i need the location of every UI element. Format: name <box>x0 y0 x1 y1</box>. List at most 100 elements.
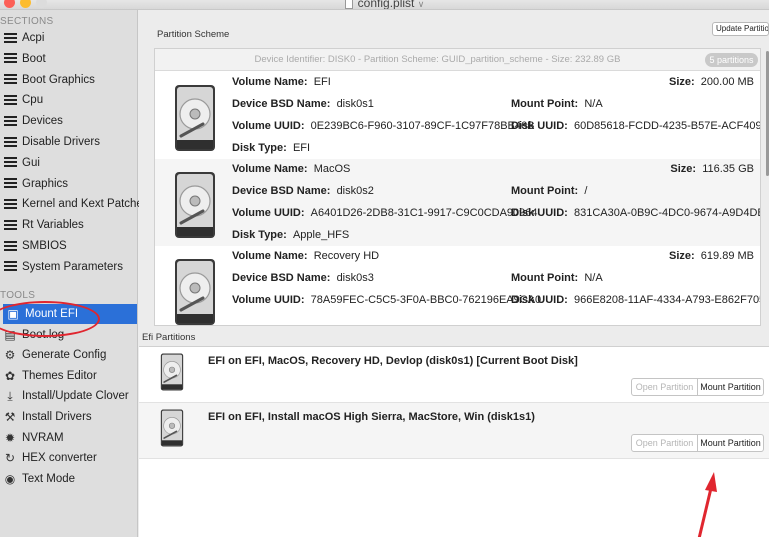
disk-uuid: Disk UUID: 966E8208-11AF-4334-A793-E862F… <box>511 294 760 306</box>
tool-item-label: HEX converter <box>22 452 97 465</box>
tool-glyph: ⚙ <box>4 348 16 363</box>
sidebar-item-graphics[interactable]: Graphics <box>0 174 137 194</box>
tool-item-mount-efi[interactable]: ▣ Mount EFI <box>3 304 137 324</box>
sidebar-item-system-parameters[interactable]: System Parameters <box>0 257 137 277</box>
mount-efi-icon: ▣ <box>6 307 20 321</box>
volume-uuid: Volume UUID: 78A59FEC-C5C5-3F0A-BBC0-762… <box>232 294 541 306</box>
volume-uuid: Volume UUID: 0E239BC6-F960-3107-89CF-1C9… <box>232 120 534 132</box>
mount-point: Mount Point: N/A <box>511 98 603 110</box>
tool-item-nvram[interactable]: ✹ NVRAM <box>0 428 137 448</box>
tool-item-hex-converter[interactable]: ↻ HEX converter <box>0 448 137 468</box>
sidebar-item-boot[interactable]: Boot <box>0 49 137 69</box>
sidebar-item-kernel-and-kext-patches[interactable]: Kernel and Kext Patches <box>0 194 149 214</box>
size: Size: 116.35 GB <box>670 163 754 175</box>
tool-item-label: NVRAM <box>22 431 64 444</box>
disk-type-label: Disk Type: <box>232 142 287 154</box>
eye-icon: ◉ <box>3 472 17 486</box>
partition-scheme-list: Device Identifier: DISK0 - Partition Sch… <box>154 48 761 326</box>
size-label: Size: <box>668 76 695 88</box>
disk-uuid: Disk UUID: 831CA30A-0B9C-4DC0-9674-A9D4D… <box>511 207 760 219</box>
mount-point-value: / <box>584 185 588 197</box>
list-icon <box>3 239 17 253</box>
disk-type: Disk Type: EFI <box>232 142 310 154</box>
mount-partition-button[interactable]: Mount Partition <box>698 379 763 395</box>
size-label: Size: <box>670 163 697 175</box>
volume-uuid-label: Volume UUID: <box>232 120 305 132</box>
mount-point-value: N/A <box>584 272 603 284</box>
sidebar-item-devices[interactable]: Devices <box>0 111 137 131</box>
partition-row[interactable]: Volume Name: EFI Device BSD Name: disk0s1… <box>155 72 760 159</box>
mount-partition-button[interactable]: Mount Partition <box>698 435 763 451</box>
volume-name: Volume Name: MacOS <box>232 163 350 175</box>
size-value: 116.35 GB <box>702 163 754 175</box>
partition-row[interactable]: Volume Name: MacOS Device BSD Name: disk0… <box>155 159 760 246</box>
sidebar-item-label: Kernel and Kext Patches <box>22 198 149 211</box>
window-title[interactable]: config.plist ∨ <box>0 0 769 9</box>
volume-name-value: EFI <box>313 76 331 88</box>
hard-drive-icon <box>159 409 185 447</box>
list-icon <box>3 114 17 128</box>
sidebar-item-disable-drivers[interactable]: Disable Drivers <box>0 132 137 152</box>
document-icon: ▤ <box>3 328 17 342</box>
list-icon <box>3 31 17 45</box>
sidebar-item-rt-variables[interactable]: Rt Variables <box>0 215 137 235</box>
list-icon <box>3 218 17 232</box>
device-identifier: Device Identifier: DISK0 - Partition Sch… <box>254 54 621 65</box>
sidebar-item-label: Cpu <box>22 94 44 107</box>
tool-item-label: Generate Config <box>22 349 107 362</box>
efi-partition-title: EFI on EFI, Install macOS High Sierra, M… <box>208 411 535 423</box>
device-identifier-bar: Device Identifier: DISK0 - Partition Sch… <box>155 49 760 71</box>
tool-item-text-mode[interactable]: ◉ Text Mode <box>0 469 137 489</box>
open-partition-button[interactable]: Open Partition <box>632 435 698 451</box>
tool-item-label: Install/Update Clover <box>22 390 129 403</box>
efi-partitions-list: EFI on EFI, MacOS, Recovery HD, Devlop (… <box>139 346 769 537</box>
size-value: 200.00 MB <box>700 76 754 88</box>
efi-partitions-label: Efi Partitions <box>142 332 196 343</box>
tool-item-install-update-clover[interactable]: ⤓ Install/Update Clover <box>0 386 137 406</box>
partition-action-buttons: Open Partition Mount Partition <box>631 434 764 452</box>
tool-item-install-drivers[interactable]: ⚒ Install Drivers <box>0 407 137 427</box>
sidebar-item-acpi[interactable]: Acpi <box>0 28 137 48</box>
list-icon <box>3 177 17 191</box>
tool-item-boot-log[interactable]: ▤ Boot.log <box>0 325 137 345</box>
tool-item-label: Boot.log <box>22 328 65 341</box>
disk-type: Disk Type: Apple_HFS <box>232 229 349 241</box>
chip-icon: ✹ <box>3 431 17 445</box>
tool-glyph: ▤ <box>4 327 16 342</box>
sidebar-item-label: Disable Drivers <box>22 136 100 148</box>
sidebar-item-label: Acpi <box>22 32 45 44</box>
download-icon: ⤓ <box>3 389 17 403</box>
mount-point: Mount Point: N/A <box>511 272 603 284</box>
tool-glyph: ✿ <box>4 368 16 383</box>
sidebar-item-smbios[interactable]: SMBIOS <box>0 236 137 256</box>
sidebar-item-label: Boot <box>22 52 46 65</box>
update-partitions-button[interactable]: Update Partitions <box>712 22 769 36</box>
efi-partition-row[interactable]: EFI on EFI, Install macOS High Sierra, M… <box>139 403 769 459</box>
tool-item-generate-config[interactable]: ⚙ Generate Config <box>0 345 137 365</box>
disk-uuid-value: 831CA30A-0B9C-4DC0-9674-A9D4DBA9C6A9 <box>573 207 760 219</box>
sidebar-item-label: Graphics <box>22 177 69 190</box>
open-partition-button[interactable]: Open Partition <box>632 379 698 395</box>
size: Size: 619.89 MB <box>669 250 754 262</box>
window-titlebar: config.plist ∨ <box>0 0 769 10</box>
bsd-name-value: disk0s2 <box>336 185 374 197</box>
sidebar-item-label: SMBIOS <box>22 240 67 252</box>
efi-partition-row[interactable]: EFI on EFI, MacOS, Recovery HD, Devlop (… <box>139 347 769 403</box>
sidebar-item-cpu[interactable]: Cpu <box>0 90 137 110</box>
disk-type-value: EFI <box>292 142 311 154</box>
volume-name-label: Volume Name: <box>232 163 308 175</box>
volume-uuid-label: Volume UUID: <box>232 294 305 306</box>
list-icon <box>3 260 17 274</box>
bsd-name: Device BSD Name: disk0s1 <box>232 98 374 110</box>
sidebar-item-gui[interactable]: Gui <box>0 153 137 173</box>
efi-partition-title: EFI on EFI, MacOS, Recovery HD, Devlop (… <box>208 355 578 367</box>
sections-header: SECTIONS <box>0 16 54 27</box>
list-icon <box>3 93 17 107</box>
tool-glyph: ✹ <box>4 430 16 445</box>
hard-drive-icon <box>173 171 217 239</box>
sidebar-item-boot-graphics[interactable]: Boot Graphics <box>0 70 137 90</box>
volume-name-value: Recovery HD <box>313 250 380 262</box>
partition-row[interactable]: Volume Name: Recovery HD Device BSD Name:… <box>155 246 760 325</box>
tool-item-themes-editor[interactable]: ✿ Themes Editor <box>0 366 137 386</box>
disk-type-label: Disk Type: <box>232 229 287 241</box>
